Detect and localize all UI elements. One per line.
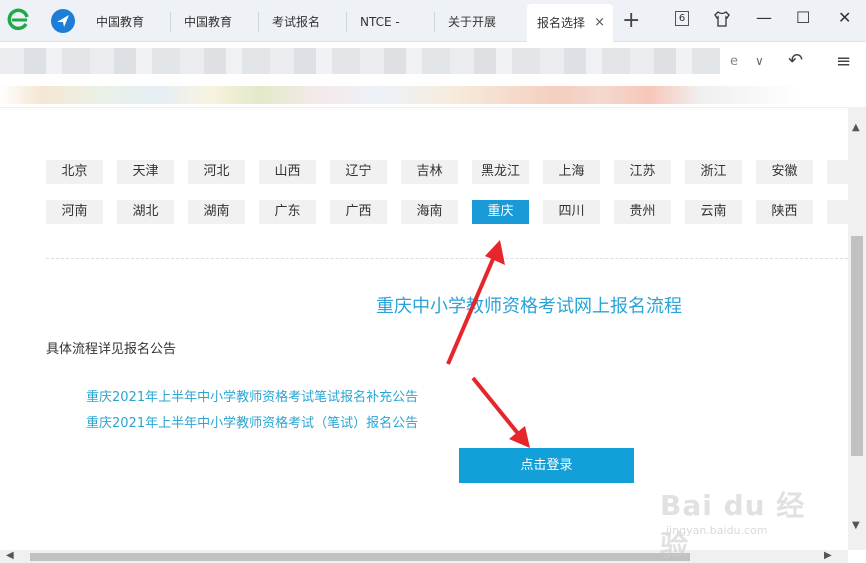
undo-icon[interactable]: ↶ xyxy=(788,50,803,71)
province-option[interactable]: 河南 xyxy=(46,200,103,224)
minimize-button[interactable]: — xyxy=(756,8,772,28)
page-title: 重庆中小学教师资格考试网上报名流程 xyxy=(376,296,682,317)
vertical-scrollbar[interactable]: ▲ ▼ xyxy=(848,108,866,550)
province-option[interactable]: 湖北 xyxy=(117,200,174,224)
province-option[interactable]: 天津 xyxy=(117,160,174,184)
address-bar: e ∨ ↶ ≡ xyxy=(0,42,866,80)
province-option[interactable]: 广东 xyxy=(259,200,316,224)
new-tab-button[interactable]: + xyxy=(622,8,640,34)
tab-label: 中国教育 xyxy=(96,15,145,29)
province-option[interactable]: 云南 xyxy=(685,200,742,224)
tab-label: NTCE - xyxy=(360,15,400,29)
close-window-button[interactable]: ✕ xyxy=(838,8,851,28)
scroll-down-icon[interactable]: ▼ xyxy=(852,520,860,531)
blurred-url-field[interactable] xyxy=(0,48,720,74)
menu-icon[interactable]: ≡ xyxy=(836,51,851,72)
province-option[interactable]: 山西 xyxy=(259,160,316,184)
tab-separator xyxy=(170,12,171,32)
announcement-link-registration[interactable]: 重庆2021年上半年中小学教师资格考试（笔试）报名公告 xyxy=(86,412,418,431)
province-row-1: 北京天津河北山西辽宁吉林黑龙江上海江苏浙江安徽福 xyxy=(46,160,848,184)
province-option[interactable]: 安徽 xyxy=(756,160,813,184)
bookmarks-bar xyxy=(0,80,866,108)
province-option[interactable]: 吉林 xyxy=(401,160,458,184)
scroll-left-icon[interactable]: ◀ xyxy=(6,550,14,561)
province-option[interactable]: 辽宁 xyxy=(330,160,387,184)
watermark-url: jingyan.baidu.com xyxy=(666,524,768,537)
tab-label: 中国教育 xyxy=(184,15,233,29)
blurred-bookmarks[interactable] xyxy=(0,86,800,104)
tab-label: 考试报名 xyxy=(272,15,321,29)
province-option[interactable]: 重庆 xyxy=(472,200,529,224)
announcement-link-supplement[interactable]: 重庆2021年上半年中小学教师资格考试笔试报名补充公告 xyxy=(86,386,418,405)
province-option[interactable]: 上海 xyxy=(543,160,600,184)
skin-shirt-icon[interactable] xyxy=(713,10,731,28)
province-option[interactable]: 海南 xyxy=(401,200,458,224)
tab-separator xyxy=(258,12,259,32)
tab-label: 关于开展 xyxy=(448,15,497,29)
province-option[interactable]: 江苏 xyxy=(614,160,671,184)
province-option[interactable]: 河北 xyxy=(188,160,245,184)
tab-separator xyxy=(346,12,347,32)
browser-tab-4[interactable]: NTCE - xyxy=(350,6,432,38)
browser-tab-active[interactable]: 报名选择 × xyxy=(527,4,613,42)
browser-tab-1[interactable]: 中国教育 xyxy=(86,6,168,38)
vertical-scroll-thumb[interactable] xyxy=(851,236,863,456)
tab-separator xyxy=(434,12,435,32)
browser-tab-2[interactable]: 中国教育 xyxy=(174,6,256,38)
tab-label: 报名选择 xyxy=(537,16,586,30)
baidu-jingyan-watermark: Bai du 经验 jingyan.baidu.com xyxy=(660,484,830,562)
browser-logo-icon[interactable] xyxy=(6,8,32,34)
province-option[interactable]: 浙江 xyxy=(685,160,742,184)
province-option[interactable]: 甘 xyxy=(827,200,848,224)
maximize-button[interactable]: ☐ xyxy=(796,8,810,28)
chevron-down-icon[interactable]: ∨ xyxy=(755,54,764,68)
tab-count-badge[interactable]: 6 xyxy=(675,11,689,26)
province-option[interactable]: 陕西 xyxy=(756,200,813,224)
close-tab-icon[interactable]: × xyxy=(594,4,605,42)
process-description: 具体流程详见报名公告 xyxy=(46,342,177,357)
compat-mode-icon[interactable]: e xyxy=(730,54,738,69)
province-option[interactable]: 四川 xyxy=(543,200,600,224)
dashed-divider xyxy=(46,258,848,259)
province-option[interactable]: 北京 xyxy=(46,160,103,184)
horizontal-scroll-thumb[interactable] xyxy=(30,553,690,561)
browser-tab-3[interactable]: 考试报名 xyxy=(262,6,344,38)
province-row-2: 河南湖北湖南广东广西海南重庆四川贵州云南陕西甘 xyxy=(46,200,848,224)
login-button[interactable]: 点击登录 xyxy=(459,448,634,483)
navigation-compass-icon[interactable] xyxy=(50,8,76,34)
browser-tab-5[interactable]: 关于开展 xyxy=(438,6,520,38)
province-option[interactable]: 福 xyxy=(827,160,848,184)
province-option[interactable]: 湖南 xyxy=(188,200,245,224)
province-option[interactable]: 贵州 xyxy=(614,200,671,224)
scroll-up-icon[interactable]: ▲ xyxy=(852,122,860,133)
province-option[interactable]: 黑龙江 xyxy=(472,160,529,184)
province-option[interactable]: 广西 xyxy=(330,200,387,224)
tab-bar: 中国教育 中国教育 考试报名 NTCE - 关于开展 报名选择 × + 6 — … xyxy=(0,0,866,42)
